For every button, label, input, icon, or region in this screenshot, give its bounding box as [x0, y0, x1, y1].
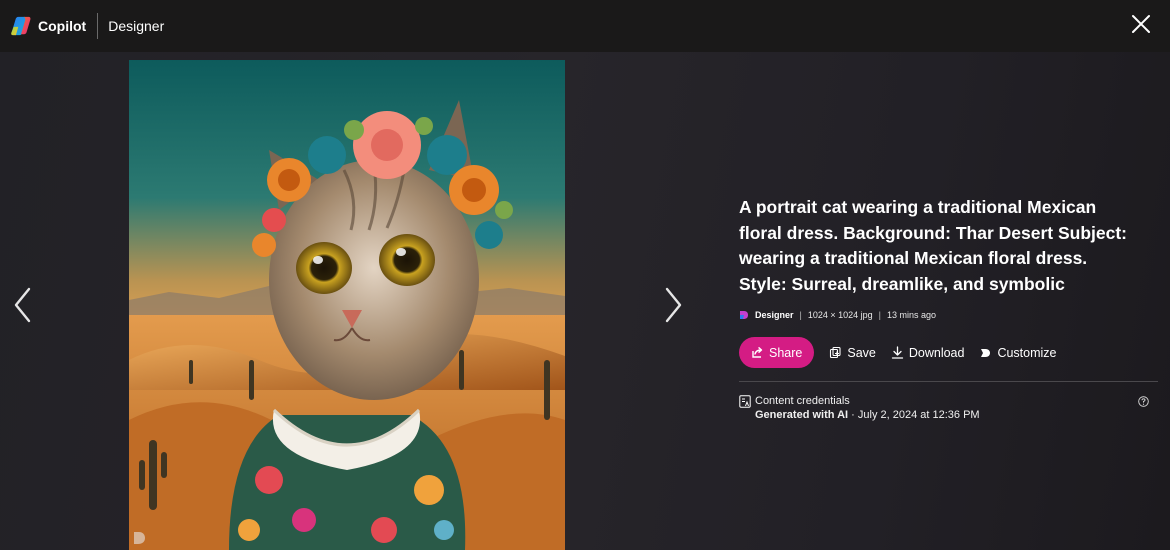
image-meta: Designer | 1024 × 1024 jpg | 13 mins ago — [739, 310, 1159, 320]
chevron-right-icon[interactable] — [661, 287, 685, 323]
save-collection-icon — [830, 346, 841, 359]
image-details-panel: A portrait cat wearing a traditional Mex… — [739, 195, 1159, 423]
meta-separator: | — [878, 310, 882, 320]
close-icon[interactable] — [1130, 13, 1152, 35]
top-bar: Copilot Designer — [0, 0, 1170, 52]
share-label: Share — [769, 345, 803, 360]
prompt-text: A portrait cat wearing a traditional Mex… — [739, 197, 1128, 294]
content-credentials-icon — [739, 395, 751, 408]
meta-dimensions: 1024 × 1024 jpg — [807, 310, 873, 320]
designer-logo-icon — [740, 311, 748, 319]
meta-separator: | — [799, 310, 802, 320]
download-button[interactable]: Download — [891, 345, 965, 360]
credentials-title: Content credentials — [755, 395, 850, 407]
brand-divider — [97, 13, 99, 39]
content-credentials: Content credentials Generated with AI · … — [739, 394, 1159, 423]
share-button[interactable]: Share — [739, 337, 815, 368]
image-viewer: A portrait cat wearing a traditional Mex… — [0, 52, 1170, 550]
meta-app-name: Designer — [755, 310, 794, 320]
download-label: Download — [908, 345, 965, 360]
chevron-left-icon[interactable] — [11, 287, 35, 323]
share-icon — [752, 347, 763, 358]
brand-name[interactable]: Copilot — [38, 18, 86, 34]
help-icon[interactable] — [1138, 396, 1149, 407]
save-button[interactable]: Save — [829, 346, 876, 360]
section-divider — [739, 381, 1158, 382]
credentials-detail: Generated with AI · July 2, 2024 at 12:3… — [755, 408, 980, 423]
download-icon — [891, 346, 904, 359]
generated-label: Generated with AI — [755, 409, 849, 421]
generated-date: · July 2, 2024 at 12:36 PM — [848, 409, 980, 421]
meta-time: 13 mins ago — [887, 310, 937, 320]
save-label: Save — [847, 345, 876, 360]
copilot-logo-icon — [11, 16, 31, 36]
designer-logo-icon — [134, 532, 145, 544]
customize-button[interactable]: Customize — [979, 345, 1057, 360]
generated-image[interactable] — [129, 60, 565, 550]
product-name[interactable]: Designer — [108, 18, 164, 34]
brand: Copilot Designer — [10, 0, 164, 52]
action-bar: Share Save Download Customize — [739, 337, 1159, 368]
customize-icon — [981, 349, 991, 357]
customize-label: Customize — [997, 345, 1057, 360]
